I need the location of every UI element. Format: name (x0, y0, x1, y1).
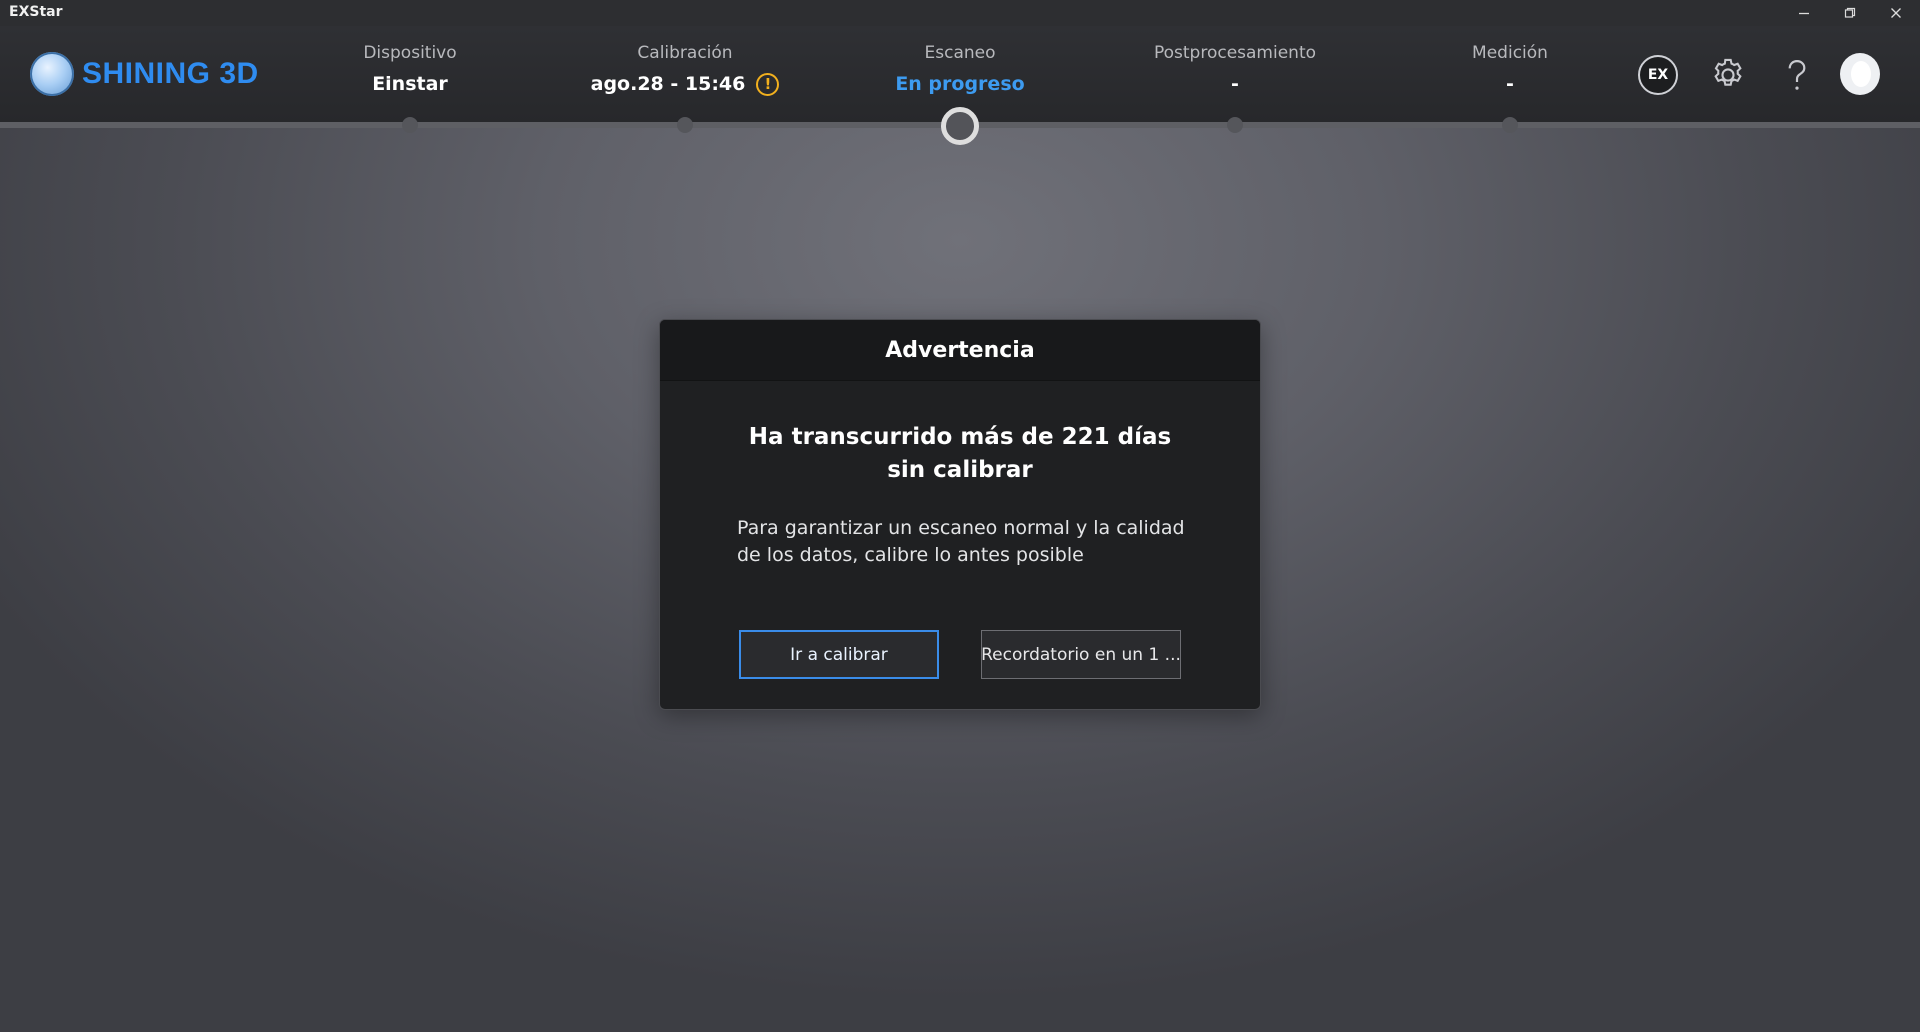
restore-icon (1844, 7, 1856, 18)
step-value: ago.28 - 15:46 ! (555, 72, 815, 96)
progress-dot-calibration (677, 117, 693, 133)
calibration-warning-dialog: Advertencia Ha transcurrido más de 221 d… (659, 319, 1261, 710)
progress-dot-scan-current (941, 107, 979, 145)
step-value: - (1105, 72, 1365, 96)
app-window: EXStar SHINING 3D Dispositivo Einstar Ca… (0, 0, 1920, 1032)
measurement-status: - (1506, 73, 1514, 95)
restore-button[interactable] (1827, 0, 1873, 26)
ex-model-icon: EX (1638, 55, 1678, 95)
step-postprocessing[interactable]: Postprocesamiento - (1105, 43, 1365, 96)
progress-dot-device (402, 117, 418, 133)
minimize-button[interactable] (1781, 0, 1827, 26)
remind-later-button[interactable]: Recordatorio en un 1 ... (981, 630, 1181, 679)
warning-icon: ! (756, 72, 780, 96)
progress-dot-measurement (1502, 117, 1518, 133)
help-button[interactable] (1777, 55, 1817, 95)
step-label: Calibración (637, 43, 733, 63)
gear-icon (1714, 58, 1742, 86)
step-label: Medición (1472, 43, 1548, 63)
close-button[interactable] (1873, 0, 1919, 26)
close-icon (1891, 8, 1901, 18)
step-measurement[interactable]: Medición - (1380, 43, 1640, 96)
minimize-icon (1799, 12, 1809, 15)
avatar-icon (1840, 53, 1880, 95)
go-calibrate-button[interactable]: Ir a calibrar (739, 630, 939, 679)
step-scan[interactable]: Escaneo En progreso (830, 43, 1090, 96)
shining3d-logo-icon (30, 52, 74, 96)
dialog-heading: Ha transcurrido más de 221 días sin cali… (748, 424, 1172, 483)
dialog-message: Para garantizar un escaneo normal y la c… (737, 517, 1185, 566)
brand-logo: SHINING 3D (30, 52, 259, 96)
help-icon (1788, 60, 1806, 90)
progress-dot-postprocessing (1227, 117, 1243, 133)
logo-text: SHINING 3D (82, 57, 259, 90)
step-label: Escaneo (924, 43, 996, 63)
scan-status: En progreso (895, 73, 1025, 95)
device-name: Einstar (372, 73, 448, 95)
account-button[interactable] (1840, 53, 1880, 95)
step-calibration[interactable]: Calibración ago.28 - 15:46 ! (555, 43, 815, 96)
step-label: Dispositivo (363, 43, 457, 63)
step-value: - (1380, 72, 1640, 96)
dialog-title: Advertencia (660, 320, 1260, 381)
ex-model-button[interactable]: EX (1638, 55, 1678, 95)
step-value: Einstar (280, 72, 540, 96)
step-device[interactable]: Dispositivo Einstar (280, 43, 540, 96)
settings-button[interactable] (1708, 55, 1748, 95)
step-value: En progreso (830, 72, 1090, 96)
title-bar: EXStar (0, 0, 1920, 26)
window-title: EXStar (9, 4, 63, 20)
postprocessing-status: - (1231, 73, 1239, 95)
step-label: Postprocesamiento (1153, 43, 1317, 63)
calibration-date: ago.28 - 15:46 (590, 73, 746, 95)
